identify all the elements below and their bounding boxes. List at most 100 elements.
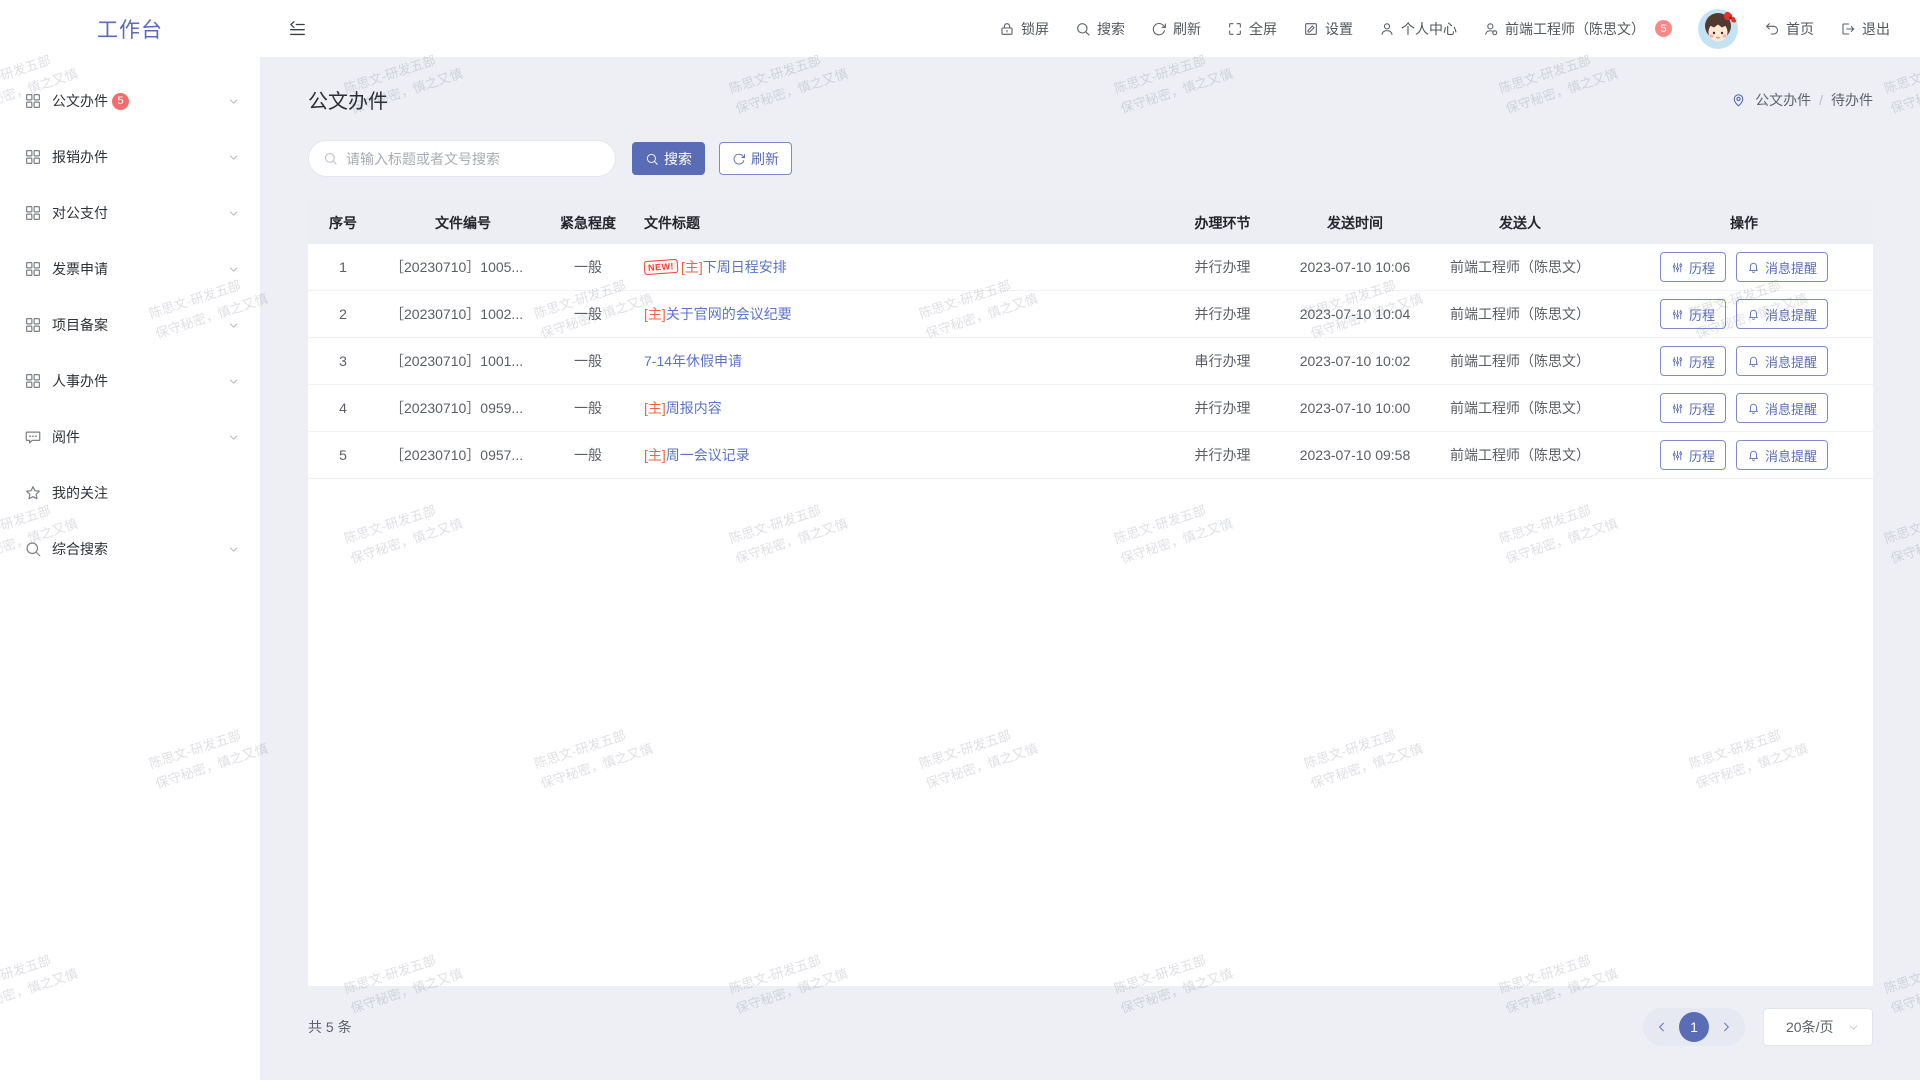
star-icon [24,484,42,502]
user-icon [1379,21,1395,37]
cell-urgency: 一般 [548,351,628,371]
fullscreen-button[interactable]: 全屏 [1227,19,1277,39]
notify-button[interactable]: 消息提醒 [1736,440,1828,470]
cell-urgency: 一般 [548,304,628,324]
notify-button[interactable]: 消息提醒 [1736,346,1828,376]
grid-icon [24,92,42,110]
cell-time: 2023-07-10 10:00 [1285,400,1425,416]
chevron-right-icon [1719,1020,1733,1034]
sidebar-item-综合搜索[interactable]: 综合搜索 [0,521,260,577]
chevron-down-icon [227,543,240,556]
sidebar-item-报销办件[interactable]: 报销办件 [0,129,260,185]
sidebar-item-阅件[interactable]: 阅件 [0,409,260,465]
notify-label: 消息提醒 [1765,446,1817,465]
sliders-icon [1671,308,1684,321]
history-button[interactable]: 历程 [1660,393,1726,423]
sidebar-item-公文办件[interactable]: 公文办件5 [0,73,260,129]
current-user-button[interactable]: 前端工程师（陈思文） 5 [1483,19,1672,39]
cell-actions: 历程消息提醒 [1615,346,1873,376]
lock-icon [999,21,1015,37]
topbar: 锁屏 搜索 刷新 全屏 设置 个人中心 前端工程师（陈思文） 5 [260,0,1920,57]
cell-no: 4 [308,400,378,416]
pager-group: 1 20条/页 [1643,1008,1873,1046]
notify-button[interactable]: 消息提醒 [1736,252,1828,282]
lock-screen-label: 锁屏 [1021,19,1049,39]
history-button[interactable]: 历程 [1660,252,1726,282]
home-button[interactable]: 首页 [1764,19,1814,39]
document-title-link[interactable]: [主]下周日程安排 [681,257,787,277]
cell-actions: 历程消息提醒 [1615,393,1873,423]
table-row: 1［20230710］1005...一般NEW![主]下周日程安排并行办理202… [308,244,1873,291]
grid-icon [24,260,42,278]
table-row: 2［20230710］1002...一般[主]关于官网的会议纪要并行办理2023… [308,291,1873,338]
edit-icon [1303,21,1319,37]
cell-title: [主]关于官网的会议纪要 [628,304,1160,324]
table-header-row: 序号 文件编号 紧急程度 文件标题 办理环节 发送时间 发送人 操作 [308,201,1873,244]
chevron-down-icon [1847,1021,1860,1034]
history-label: 历程 [1689,258,1715,277]
chevron-down-icon [227,431,240,444]
page-size-select[interactable]: 20条/页 [1763,1008,1873,1046]
global-search-button[interactable]: 搜索 [1075,19,1125,39]
document-title-link[interactable]: [主]周报内容 [644,398,722,418]
notify-label: 消息提醒 [1765,258,1817,277]
prev-page-button[interactable] [1652,1017,1672,1037]
breadcrumb-item-root[interactable]: 公文办件 [1755,90,1811,110]
bell-icon [1747,402,1760,415]
col-header-no: 序号 [308,213,378,233]
cell-title: [主]周一会议记录 [628,445,1160,465]
document-title-link[interactable]: 7-14年休假申请 [644,351,742,371]
current-user-name: 前端工程师（陈思文） [1505,19,1645,39]
settings-button[interactable]: 设置 [1303,19,1353,39]
search-box [308,140,616,177]
col-header-step: 办理环节 [1160,213,1285,233]
sidebar-item-对公支付[interactable]: 对公支付 [0,185,260,241]
refresh-page-button[interactable]: 刷新 [1151,19,1201,39]
cell-no: 2 [308,306,378,322]
cell-actions: 历程 消息提醒 [1615,252,1873,282]
sidebar-item-项目备案[interactable]: 项目备案 [0,297,260,353]
history-button[interactable]: 历程 [1660,440,1726,470]
document-title-link[interactable]: [主]关于官网的会议纪要 [644,304,792,324]
col-header-sender: 发送人 [1425,213,1615,233]
lock-screen-button[interactable]: 锁屏 [999,19,1049,39]
sidebar-item-label: 人事办件 [52,371,108,391]
search-icon [323,151,338,166]
sidebar-item-人事办件[interactable]: 人事办件 [0,353,260,409]
logout-icon [1840,21,1856,37]
col-header-actions: 操作 [1615,213,1873,233]
next-page-button[interactable] [1716,1017,1736,1037]
sidebar-item-我的关注[interactable]: 我的关注 [0,465,260,521]
sidebar-item-label: 我的关注 [52,483,108,503]
user-avatar[interactable] [1698,9,1738,49]
logout-button[interactable]: 退出 [1840,19,1890,39]
sidebar-item-发票申请[interactable]: 发票申请 [0,241,260,297]
notify-button[interactable]: 消息提醒 [1736,299,1828,329]
page-number-current[interactable]: 1 [1679,1012,1709,1042]
cell-urgency: 一般 [548,257,628,277]
personal-center-button[interactable]: 个人中心 [1379,19,1457,39]
menu-fold-icon[interactable] [288,19,307,38]
sliders-icon [1671,402,1684,415]
history-button[interactable]: 历程 [1660,299,1726,329]
search-button[interactable]: 搜索 [632,142,705,175]
notify-button[interactable]: 消息提醒 [1736,393,1828,423]
refresh-button[interactable]: 刷新 [719,142,792,175]
refresh-button-label: 刷新 [751,149,779,169]
bell-icon [1747,308,1760,321]
topbar-right: 锁屏 搜索 刷新 全屏 设置 个人中心 前端工程师（陈思文） 5 [999,9,1890,49]
grid-icon [24,316,42,334]
cell-doc-no: ［20230710］1001... [378,351,548,371]
cell-sender: 前端工程师（陈思文） [1425,304,1615,324]
breadcrumb-separator: / [1819,92,1823,108]
document-title-link[interactable]: [主]周一会议记录 [644,445,750,465]
cell-no: 1 [308,259,378,275]
cell-doc-no: ［20230710］1002... [378,304,548,324]
sidebar: 工作台 公文办件5报销办件对公支付发票申请项目备案人事办件阅件我的关注综合搜索 [0,0,260,1080]
location-pin-icon [1730,91,1747,108]
history-button[interactable]: 历程 [1660,346,1726,376]
settings-label: 设置 [1325,19,1353,39]
cell-step: 并行办理 [1160,445,1285,465]
search-input[interactable] [346,151,601,167]
search-icon [1075,21,1091,37]
